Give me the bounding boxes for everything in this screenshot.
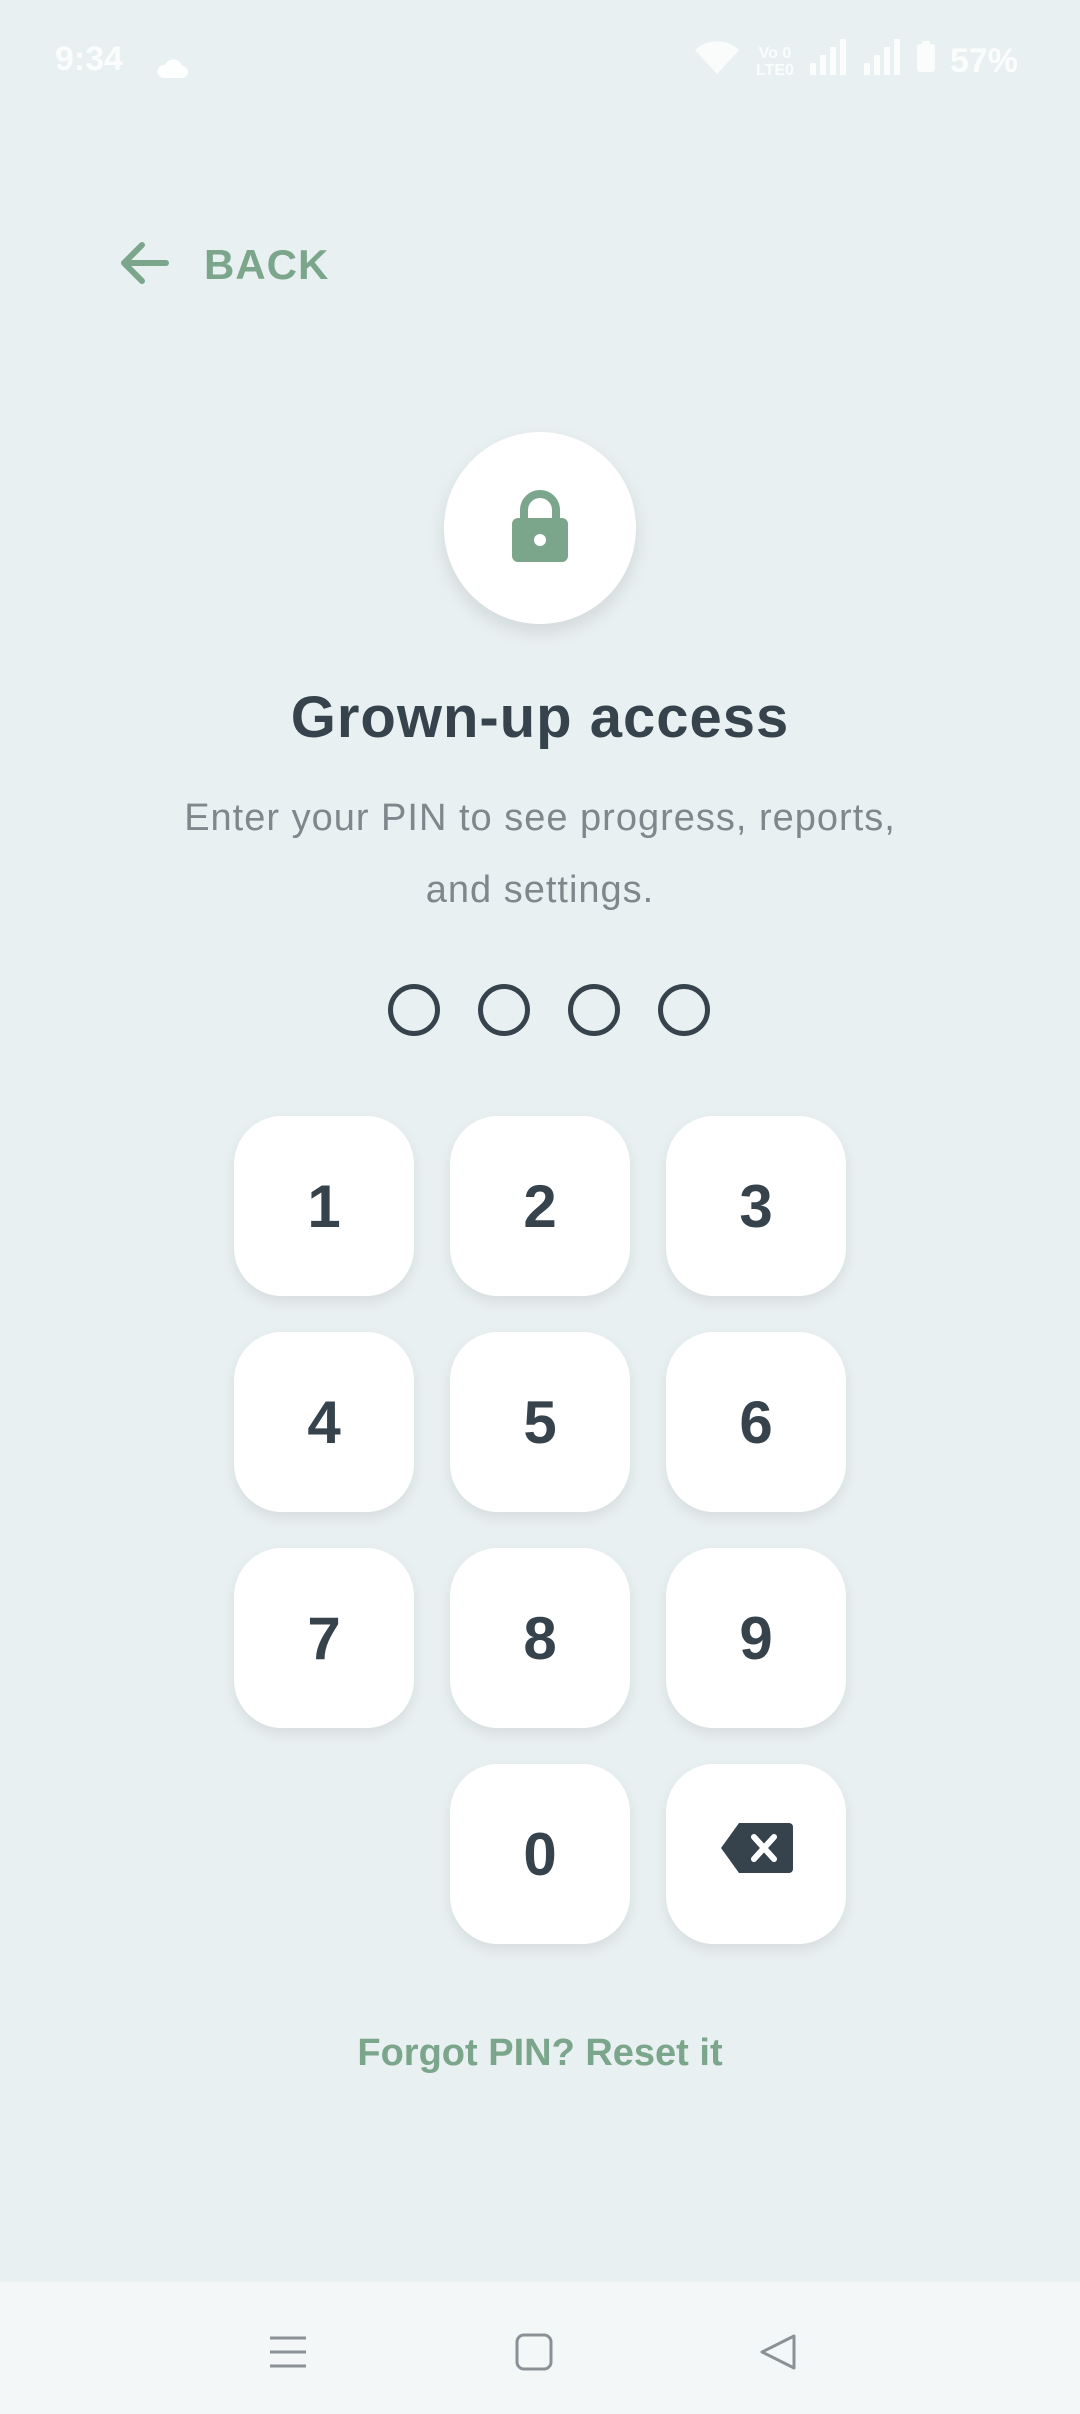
home-icon[interactable] — [504, 2322, 564, 2382]
page-title: Grown-up access — [290, 685, 790, 750]
key-9[interactable]: 9 — [666, 1548, 846, 1728]
key-0[interactable]: 0 — [450, 1764, 630, 1944]
delete-button[interactable] — [666, 1764, 846, 1944]
back-label: BACK — [204, 241, 330, 288]
key-5[interactable]: 5 — [450, 1332, 630, 1512]
lock-icon — [510, 488, 570, 569]
back-triangle-icon[interactable] — [748, 2322, 808, 2382]
status-time: 9:34 — [55, 40, 124, 78]
wifi-icon — [692, 38, 742, 85]
signal-icon — [808, 39, 848, 84]
key-8[interactable]: 8 — [450, 1548, 630, 1728]
status-icons: Vo 0 LTE0 57% — [692, 38, 1018, 85]
pin-dot — [478, 984, 530, 1036]
pin-dot — [568, 984, 620, 1036]
lock-badge — [444, 432, 636, 624]
key-2[interactable]: 2 — [450, 1116, 630, 1296]
pin-dot — [658, 984, 710, 1036]
pin-indicator — [388, 984, 710, 1036]
backspace-icon — [719, 1820, 793, 1889]
forgot-pin-link[interactable]: Forgot PIN? Reset it — [0, 2032, 1080, 2075]
signal-icon — [862, 39, 902, 84]
system-nav-bar — [0, 2282, 1080, 2414]
cloud-icon — [155, 50, 189, 89]
key-7[interactable]: 7 — [234, 1548, 414, 1728]
menu-icon[interactable] — [258, 2322, 318, 2382]
battery-percent: 57% — [949, 42, 1018, 80]
key-4[interactable]: 4 — [234, 1332, 414, 1512]
key-3[interactable]: 3 — [666, 1116, 846, 1296]
key-1[interactable]: 1 — [234, 1116, 414, 1296]
back-button[interactable]: BACK — [118, 232, 329, 298]
status-bar: 9:34 Vo 0 LTE0 57% — [0, 0, 1080, 128]
arrow-left-icon — [118, 237, 170, 294]
battery-icon — [916, 41, 936, 82]
key-6[interactable]: 6 — [666, 1332, 846, 1512]
volte-icon: Vo 0 LTE0 — [756, 44, 794, 79]
pin-dot — [388, 984, 440, 1036]
page-subtitle: Enter your PIN to see progress, reports,… — [184, 797, 896, 911]
